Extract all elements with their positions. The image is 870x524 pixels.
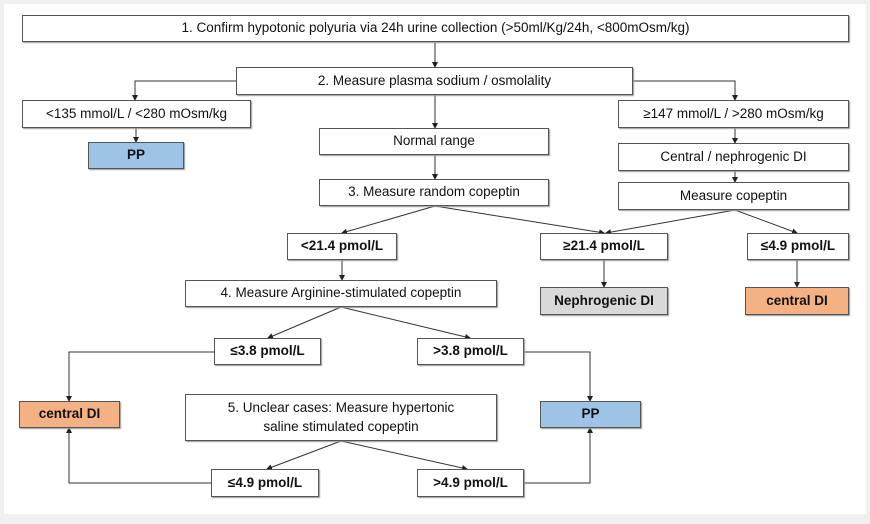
le-3-8-box: ≤3.8 pmol/L — [214, 338, 321, 365]
step2-box: 2. Measure plasma sodium / osmolality — [236, 67, 633, 95]
ge-21-4-box: ≥21.4 pmol/L — [540, 233, 668, 260]
arrow-mc-ge21 — [605, 209, 736, 236]
step4-box: 4. Measure Arginine-stimulated copeptin — [185, 280, 497, 307]
arrow-3-lt21 — [341, 205, 436, 235]
central-di-result-left: central DI — [19, 401, 120, 428]
central-nephrogenic-box: Central / nephrogenic DI — [618, 143, 849, 171]
arrow-5-gt49 — [340, 440, 468, 471]
le-4-9-box: ≤4.9 pmol/L — [211, 469, 319, 497]
arrow-gt49-pp — [524, 427, 593, 484]
arrow-4-le38 — [267, 306, 342, 339]
nephrogenic-di-result: Nephrogenic DI — [540, 287, 668, 315]
arrow-4-gt38 — [340, 306, 471, 340]
step1-box: 1. Confirm hypotonic polyuria via 24h ur… — [22, 15, 849, 42]
lt-21-4-box: <21.4 pmol/L — [287, 233, 397, 260]
low-sodium-box: <135 mmol/L / <280 mOsm/kg — [22, 100, 251, 128]
step3-box: 3. Measure random copeptin — [319, 179, 549, 206]
step5-box: 5. Unclear cases: Measure hypertonic sal… — [185, 394, 497, 441]
pp-result-top: PP — [88, 142, 184, 169]
central-di-result-right: central DI — [745, 287, 849, 315]
measure-copeptin-box: Measure copeptin — [618, 182, 849, 210]
arrow-2-low — [132, 80, 236, 101]
arrow-5-le49 — [266, 440, 342, 471]
normal-range-box: Normal range — [319, 128, 549, 155]
high-sodium-box: ≥147 mmol/L / >280 mOsm/kg — [618, 100, 849, 128]
arrow-gt38-pp — [524, 351, 593, 402]
gt-4-9-box: >4.9 pmol/L — [417, 469, 524, 497]
arrow-mc-le49 — [734, 209, 798, 235]
gt-3-8-box: >3.8 pmol/L — [417, 338, 524, 365]
arrow-2-high — [633, 80, 738, 101]
arrow-3-ge21 — [434, 205, 605, 236]
pp-result-bottom: PP — [540, 401, 641, 428]
le-4-9-right-box: ≤4.9 pmol/L — [747, 233, 849, 260]
